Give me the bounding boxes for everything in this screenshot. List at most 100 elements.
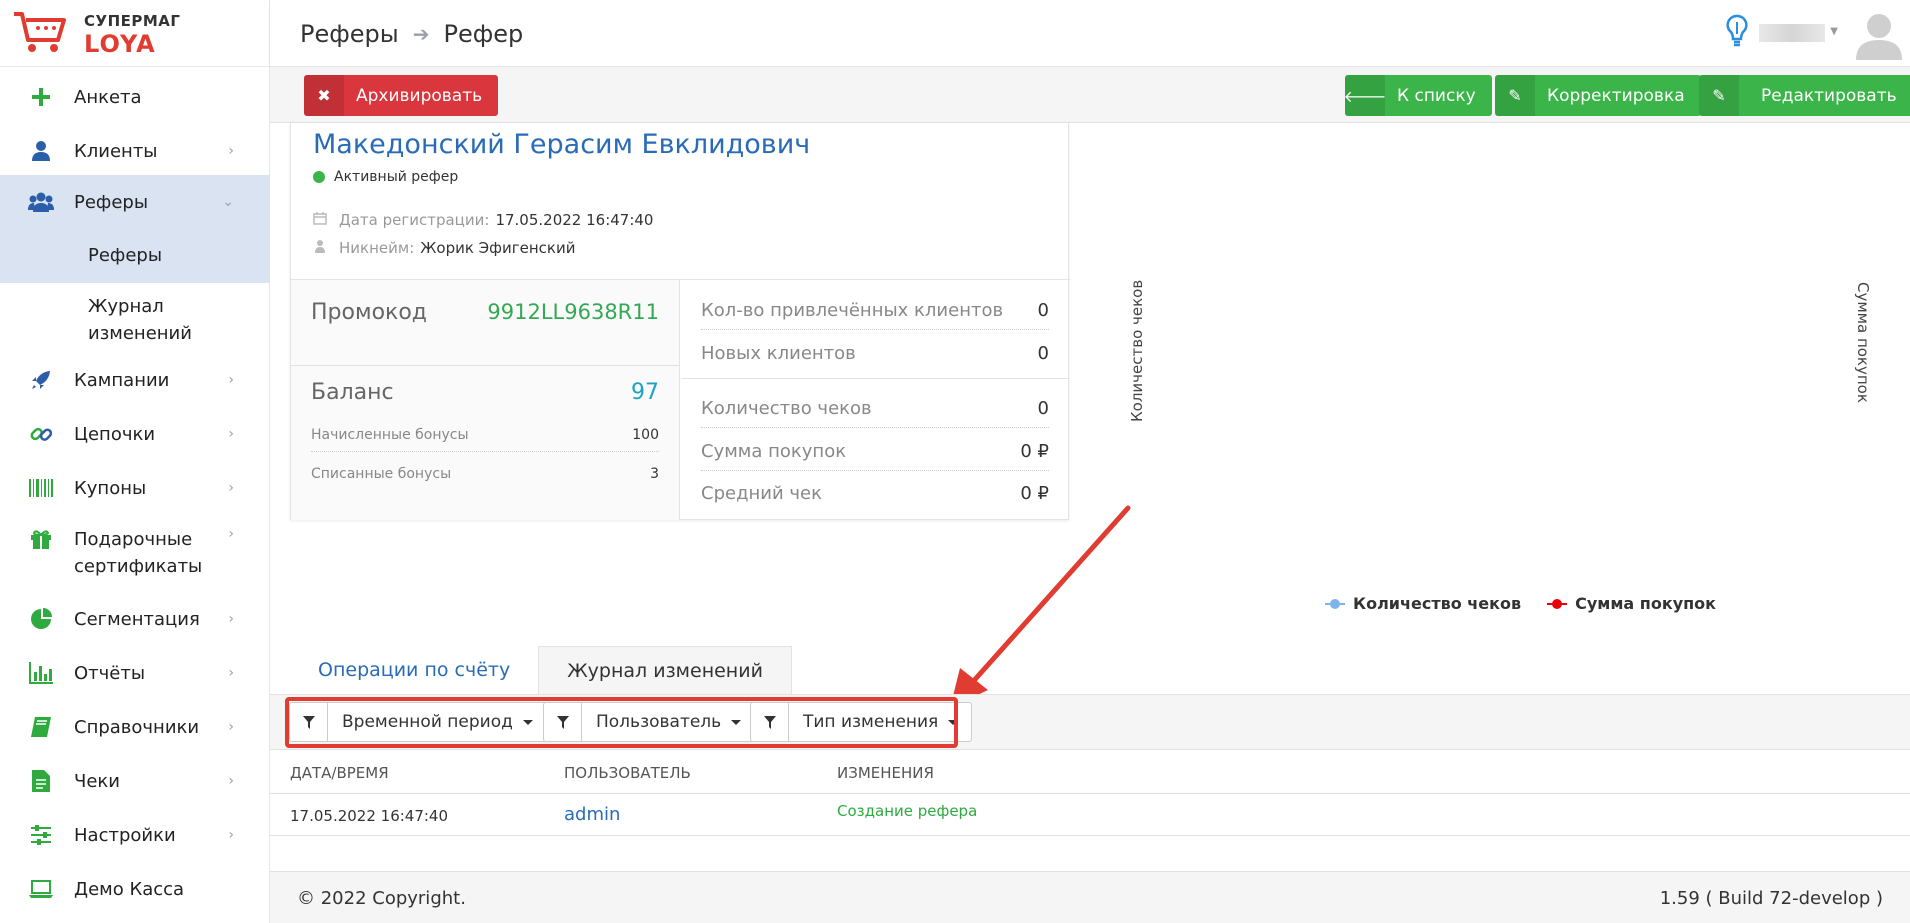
edit-button[interactable]: ✎ Редактировать — [1699, 75, 1910, 116]
divider — [681, 378, 1069, 379]
stat-value: 0 — [1037, 300, 1049, 321]
chart-left-axis-title: Количество чеков — [1128, 272, 1158, 422]
legend-label: Сумма покупок — [1575, 594, 1717, 613]
version: 1.59 ( Build 72-develop ) — [1659, 888, 1883, 909]
sidebar-item-reports[interactable]: Отчёты › — [0, 651, 270, 695]
archive-button-label: Архивировать — [356, 85, 483, 106]
sidebar-item-label: Реферы — [74, 191, 149, 213]
sidebar-item-directories[interactable]: Справочники › — [0, 705, 270, 749]
logo[interactable]: СУПЕРМАГ LOYA — [0, 0, 269, 67]
nickname: Никнейм: Жорик Эфигенский — [313, 239, 575, 257]
sidebar-subitem-changelog[interactable]: Журнал изменений — [0, 283, 270, 357]
tab-account-operations[interactable]: Операции по счёту — [290, 646, 538, 694]
promo-code-label: Промокод — [311, 300, 427, 325]
stat-value: 0 — [1037, 398, 1049, 419]
avatar[interactable] — [1854, 10, 1904, 60]
footer: © 2022 Copyright. 1.59 ( Build 72-develo… — [270, 871, 1910, 923]
stat-label: Средний чек — [701, 483, 822, 504]
highlight-box — [285, 697, 958, 748]
legend-item[interactable]: Количество чеков — [1325, 594, 1521, 613]
username-redacted[interactable] — [1759, 24, 1825, 42]
back-to-list-label: К списку — [1397, 85, 1476, 106]
tabs: Операции по счёту Журнал изменений — [290, 646, 792, 694]
laptop-icon — [28, 876, 54, 902]
stat-row: Кол-во привлечённых клиентов 0 — [701, 300, 1049, 330]
copyright: © 2022 Copyright. — [297, 888, 466, 909]
spent-bonuses-row: Списанные бонусы 3 — [311, 466, 659, 490]
breadcrumb-parent[interactable]: Реферы — [300, 20, 399, 48]
legend-marker — [1325, 598, 1345, 609]
sidebar-item-label: Клиенты — [74, 140, 158, 162]
archive-button[interactable]: ✖ Архивировать — [304, 75, 499, 116]
chevron-right-icon: › — [228, 526, 234, 542]
sidebar-item-label: Сегментация — [74, 608, 200, 630]
cell-user-link[interactable]: admin — [564, 804, 620, 825]
cell-datetime: 17.05.2022 16:47:40 — [290, 807, 449, 825]
sidebar-item-referrers[interactable]: Реферы ⌄ — [0, 175, 270, 229]
sidebar-item-chains[interactable]: Цепочки › — [0, 412, 270, 456]
sidebar-item-demo-cash[interactable]: Демо Касса — [0, 867, 270, 911]
back-to-list-button[interactable]: 🡐 К списку — [1344, 75, 1492, 116]
breadcrumb-current: Рефер — [443, 20, 524, 48]
edit-label: Редактировать — [1761, 85, 1897, 106]
lightbulb-icon[interactable] — [1726, 14, 1748, 54]
chart-right-axis-title: Сумма покупок — [1852, 282, 1882, 412]
sidebar-item-label: Анкета — [74, 86, 142, 108]
sidebar-item-clients[interactable]: Клиенты › — [0, 129, 270, 173]
breadcrumb: Реферы ➔ Рефер — [300, 20, 523, 48]
sidebar-subitem-label: Журнал — [88, 296, 164, 317]
annotation-arrow — [950, 505, 1131, 708]
status-dot — [313, 171, 325, 183]
sidebar-item-label: Настройки — [74, 824, 176, 846]
sidebar-item-questionnaire[interactable]: Анкета — [0, 75, 270, 119]
arrow-left-icon: 🡐 — [1344, 75, 1386, 116]
sidebar-item-label: Отчёты — [74, 662, 146, 684]
barcode-icon — [28, 475, 54, 501]
user-icon — [28, 138, 54, 164]
balance-row: Баланс 97 — [311, 380, 659, 405]
arrow-right-icon: ➔ — [412, 22, 430, 46]
sidebar-item-settings[interactable]: Настройки › — [0, 813, 270, 857]
chevron-right-icon: › — [228, 719, 234, 735]
sidebar-item-label: Демо Касса — [74, 878, 185, 900]
sidebar-subitem-referrers[interactable]: Реферы — [0, 229, 270, 283]
stats-panel: Кол-во привлечённых клиентов 0 Новых кли… — [681, 280, 1069, 520]
legend-marker — [1547, 598, 1568, 609]
rocket-icon — [28, 367, 54, 393]
status-badge: Активный рефер — [313, 169, 458, 185]
tab-changelog[interactable]: Журнал изменений — [538, 646, 792, 694]
stat-row: Сумма покупок 0 ₽ — [701, 441, 1049, 471]
calendar-icon — [313, 211, 327, 229]
user-small-icon — [313, 239, 327, 257]
document-icon — [28, 768, 54, 794]
spent-bonuses-value: 3 — [650, 466, 659, 482]
sidebar-item-receipts[interactable]: Чеки › — [0, 759, 270, 803]
sidebar-item-label: Цепочки — [74, 423, 156, 445]
column-header-datetime[interactable]: ДАТА/ВРЕМЯ — [290, 764, 389, 782]
sidebar-item-campaigns[interactable]: Кампании › — [0, 358, 270, 402]
legend-item[interactable]: Сумма покупок — [1547, 594, 1716, 613]
pencil-icon: ✎ — [1699, 75, 1739, 116]
spent-bonuses-label: Списанные бонусы — [311, 466, 452, 482]
close-icon: ✖ — [304, 75, 344, 116]
correction-button[interactable]: ✎ Корректировка — [1495, 75, 1701, 116]
stat-label: Новых клиентов — [701, 343, 856, 364]
table-row: 17.05.2022 16:47:40 admin Создание рефер… — [270, 794, 1910, 836]
column-header-changes[interactable]: ИЗМЕНЕНИЯ — [837, 764, 934, 782]
sidebar-item-coupons[interactable]: Купоны › — [0, 466, 270, 510]
sidebar-item-segmentation[interactable]: Сегментация › — [0, 597, 270, 641]
column-header-user[interactable]: ПОЛЬЗОВАТЕЛЬ — [564, 764, 691, 782]
accrued-bonuses-label: Начисленные бонусы — [311, 427, 469, 443]
accrued-bonuses-value: 100 — [632, 427, 659, 443]
registration-value: 17.05.2022 16:47:40 — [495, 211, 654, 229]
stat-label: Количество чеков — [701, 398, 872, 419]
divider — [291, 365, 679, 366]
book-icon — [28, 714, 54, 740]
sliders-icon — [28, 822, 54, 848]
sidebar-item-gift-certificates[interactable]: Подарочные сертификаты › — [0, 520, 270, 590]
chevron-right-icon: › — [228, 426, 234, 442]
caret-down-icon[interactable]: ▼ — [1830, 26, 1838, 37]
stat-row: Новых клиентов 0 — [701, 343, 1049, 372]
sidebar-item-label: Кампании — [74, 369, 170, 391]
referrer-name: Македонский Герасим Евклидович — [313, 129, 811, 160]
